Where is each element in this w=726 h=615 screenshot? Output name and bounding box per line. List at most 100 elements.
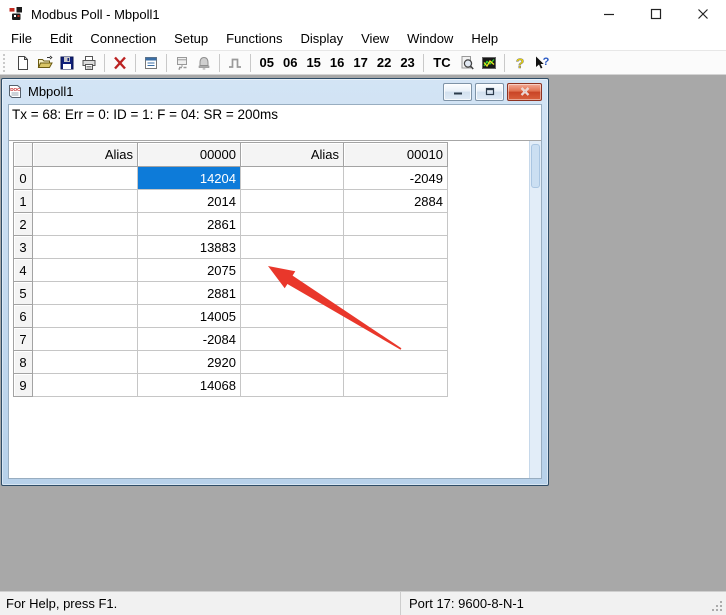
grid-cell[interactable] <box>32 327 138 351</box>
grid-cell[interactable] <box>240 350 344 374</box>
vertical-scrollbar[interactable] <box>529 141 541 478</box>
print-button[interactable] <box>78 52 100 73</box>
grid-cell[interactable] <box>343 327 448 351</box>
grid-cell[interactable] <box>32 373 138 397</box>
grid-cell[interactable] <box>32 212 138 236</box>
grid-cell[interactable] <box>343 350 448 374</box>
svg-text:?: ? <box>515 55 524 71</box>
function-15-button[interactable]: 15 <box>302 52 325 73</box>
menu-help[interactable]: Help <box>462 28 507 50</box>
grid-cell[interactable]: 14005 <box>137 304 241 328</box>
row-header-7[interactable]: 7 <box>13 327 33 351</box>
close-button[interactable] <box>679 0 726 28</box>
grid-cell[interactable] <box>343 281 448 305</box>
scrollbar-thumb[interactable] <box>531 144 540 188</box>
row-header-0[interactable]: 0 <box>13 166 33 190</box>
save-button[interactable] <box>56 52 78 73</box>
row-header-4[interactable]: 4 <box>13 258 33 282</box>
menu-display[interactable]: Display <box>292 28 353 50</box>
test-center-button[interactable]: TC <box>428 52 455 73</box>
grid-cell[interactable] <box>32 258 138 282</box>
grid-cell[interactable] <box>240 166 344 190</box>
child-restore-button[interactable] <box>475 82 504 101</box>
grid-corner-header[interactable] <box>13 142 33 167</box>
register-00010-column-header[interactable]: 00010 <box>343 142 448 167</box>
row-header-5[interactable]: 5 <box>13 281 33 305</box>
context-help-button[interactable]: ? <box>531 52 553 73</box>
function-23-button[interactable]: 23 <box>396 52 419 73</box>
disconnect-button[interactable] <box>109 52 131 73</box>
menu-file[interactable]: File <box>2 28 41 50</box>
menu-window[interactable]: Window <box>398 28 462 50</box>
grid-cell[interactable] <box>343 212 448 236</box>
grid-cell[interactable] <box>240 258 344 282</box>
grid-cell[interactable] <box>32 189 138 213</box>
row-header-6[interactable]: 6 <box>13 304 33 328</box>
grid-cell[interactable] <box>32 281 138 305</box>
grid-cell[interactable]: 14204 <box>137 166 241 190</box>
function-22-button[interactable]: 22 <box>372 52 395 73</box>
grid-cell[interactable] <box>240 373 344 397</box>
toolbar-grip[interactable] <box>3 53 8 72</box>
register-00000-column-header[interactable]: 00000 <box>137 142 241 167</box>
grid-cell[interactable] <box>32 235 138 259</box>
main-titlebar[interactable]: Modbus Poll - Mbpoll1 <box>0 0 726 28</box>
child-close-button[interactable] <box>507 82 542 101</box>
grid-cell[interactable] <box>240 327 344 351</box>
grid-cell[interactable]: 2920 <box>137 350 241 374</box>
new-button[interactable] <box>12 52 34 73</box>
chart-button[interactable] <box>478 52 500 73</box>
menu-functions[interactable]: Functions <box>217 28 291 50</box>
help-button[interactable]: ? <box>509 52 531 73</box>
grid-cell[interactable]: 2014 <box>137 189 241 213</box>
function-05-button[interactable]: 05 <box>255 52 278 73</box>
grid-cell[interactable] <box>240 235 344 259</box>
grid-cell[interactable] <box>240 304 344 328</box>
child-minimize-button[interactable] <box>443 82 472 101</box>
minimize-button[interactable] <box>585 0 632 28</box>
grid-cell[interactable] <box>240 212 344 236</box>
grid-cell[interactable] <box>32 166 138 190</box>
find-button[interactable] <box>456 52 478 73</box>
function-06-button[interactable]: 06 <box>278 52 301 73</box>
single-poll-button[interactable] <box>224 52 246 73</box>
row-header-9[interactable]: 9 <box>13 373 33 397</box>
alias-column-header[interactable]: Alias <box>240 142 344 167</box>
menu-setup[interactable]: Setup <box>165 28 217 50</box>
menu-view[interactable]: View <box>352 28 398 50</box>
resize-grip[interactable] <box>711 600 724 613</box>
grid-cell[interactable] <box>240 281 344 305</box>
grid-cell[interactable]: 2881 <box>137 281 241 305</box>
row-header-3[interactable]: 3 <box>13 235 33 259</box>
alias-column-header[interactable]: Alias <box>32 142 138 167</box>
row-header-8[interactable]: 8 <box>13 350 33 374</box>
menu-edit[interactable]: Edit <box>41 28 81 50</box>
bell-icon <box>198 56 210 70</box>
grid-cell[interactable]: -2049 <box>343 166 448 190</box>
function-17-button[interactable]: 17 <box>349 52 372 73</box>
communication-traffic-button[interactable] <box>171 52 193 73</box>
grid-cell[interactable] <box>343 258 448 282</box>
grid-cell[interactable] <box>343 235 448 259</box>
open-button[interactable] <box>34 52 56 73</box>
grid-cell[interactable]: -2084 <box>137 327 241 351</box>
grid-cell[interactable]: 14068 <box>137 373 241 397</box>
row-header-1[interactable]: 1 <box>13 189 33 213</box>
grid-cell[interactable] <box>343 373 448 397</box>
maximize-button[interactable] <box>632 0 679 28</box>
grid-cell[interactable]: 13883 <box>137 235 241 259</box>
read-write-definition-button[interactable] <box>140 52 162 73</box>
row-header-2[interactable]: 2 <box>13 212 33 236</box>
grid-cell[interactable]: 2884 <box>343 189 448 213</box>
grid-cell[interactable] <box>343 304 448 328</box>
grid-cell[interactable] <box>32 350 138 374</box>
grid-cell[interactable]: 2075 <box>137 258 241 282</box>
grid-cell[interactable] <box>240 189 344 213</box>
function-16-button[interactable]: 16 <box>325 52 348 73</box>
grid-cell[interactable] <box>32 304 138 328</box>
magnifier-icon <box>461 55 474 70</box>
child-titlebar[interactable]: DOC Mbpoll1 <box>2 79 548 104</box>
menu-connection[interactable]: Connection <box>81 28 165 50</box>
log-button[interactable] <box>193 52 215 73</box>
grid-cell[interactable]: 2861 <box>137 212 241 236</box>
